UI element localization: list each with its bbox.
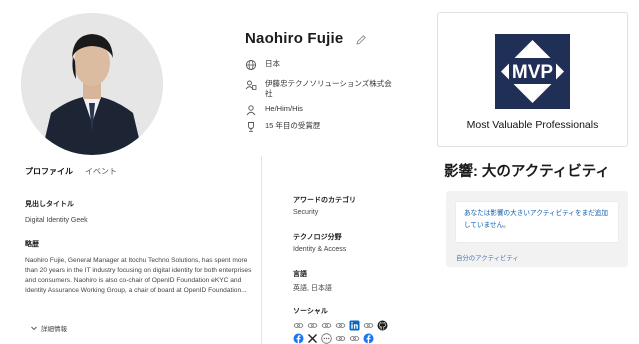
x-icon[interactable] bbox=[307, 331, 318, 343]
pronouns-text: He/Him/His bbox=[265, 104, 303, 113]
company-text: 伊藤忠テクノソリューションズ株式会社 bbox=[265, 79, 392, 98]
meta-pronouns: He/Him/His bbox=[245, 104, 395, 116]
country-text: 日本 bbox=[265, 59, 280, 68]
more-icon[interactable] bbox=[321, 331, 332, 344]
globe-icon bbox=[245, 59, 257, 71]
link-icon[interactable] bbox=[335, 331, 346, 342]
linkedin-icon[interactable] bbox=[349, 318, 360, 331]
meta-awards: 15 年目の受賞歴 bbox=[245, 121, 395, 133]
facebook-icon[interactable] bbox=[293, 331, 304, 344]
show-more-button[interactable]: 詳細情報 bbox=[30, 323, 67, 333]
tab-events[interactable]: イベント bbox=[85, 166, 117, 177]
edit-icon[interactable] bbox=[355, 33, 367, 45]
link-icon[interactable] bbox=[349, 331, 360, 342]
bio-label: 略歴 bbox=[25, 241, 39, 248]
my-activities-link[interactable]: 自分のアクティビティ bbox=[456, 253, 519, 262]
github-icon[interactable] bbox=[377, 318, 388, 331]
link-icon[interactable] bbox=[363, 318, 374, 329]
profile-name: Naohiro Fujie bbox=[245, 30, 344, 47]
headline-label: 見出しタイトル bbox=[25, 201, 74, 208]
award-category-label: アワードのカテゴリ bbox=[293, 197, 356, 204]
trophy-icon bbox=[245, 121, 257, 133]
award-years-text: 15 年目の受賞歴 bbox=[265, 121, 321, 130]
bio-text: Naohiro Fujie, General Manager at Itochu… bbox=[25, 257, 252, 294]
language-value: 英語, 日本語 bbox=[293, 285, 332, 292]
impact-activities-panel: あなたは影響の大きいアクティビティをまだ追加していません。 自分のアクティビティ bbox=[446, 191, 628, 267]
mvp-award-card: MVP Most Valuable Professionals bbox=[437, 12, 628, 147]
mvp-logo: MVP bbox=[495, 34, 570, 109]
meta-company: 伊藤忠テクノソリューションズ株式会社 bbox=[245, 79, 395, 99]
chevron-down-icon bbox=[30, 324, 38, 332]
impact-empty-message: あなたは影響の大きいアクティビティをまだ追加していません。 bbox=[456, 202, 618, 242]
show-more-label: 詳細情報 bbox=[41, 326, 67, 333]
mvp-logo-text: MVP bbox=[512, 62, 554, 83]
language-label: 言語 bbox=[293, 271, 307, 278]
social-label: ソーシャル bbox=[293, 308, 328, 315]
award-category-value: Security bbox=[293, 209, 319, 216]
headline-value: Digital Identity Geek bbox=[25, 217, 88, 224]
profile-photo bbox=[21, 13, 163, 155]
social-links-row-2 bbox=[293, 331, 377, 344]
mvp-caption: Most Valuable Professionals bbox=[466, 119, 599, 131]
profile-header: Naohiro Fujie bbox=[245, 30, 367, 47]
facebook-icon[interactable] bbox=[363, 331, 374, 344]
person-icon bbox=[245, 104, 257, 116]
technology-value: Identity & Access bbox=[293, 246, 347, 253]
meta-country: 日本 bbox=[245, 59, 395, 71]
avatar bbox=[21, 13, 163, 155]
tab-profile[interactable]: プロファイル bbox=[25, 166, 73, 177]
link-icon[interactable] bbox=[307, 318, 318, 329]
technology-label: テクノロジ分野 bbox=[293, 234, 342, 241]
impact-activities-title: 影響: 大のアクティビティ bbox=[444, 164, 610, 180]
link-icon[interactable] bbox=[293, 318, 304, 329]
organization-icon bbox=[245, 79, 257, 91]
social-links-row-1 bbox=[293, 318, 391, 331]
column-divider bbox=[261, 156, 262, 344]
link-icon[interactable] bbox=[321, 318, 332, 329]
profile-tabs: プロファイル イベント bbox=[25, 166, 129, 177]
link-icon[interactable] bbox=[335, 318, 346, 329]
